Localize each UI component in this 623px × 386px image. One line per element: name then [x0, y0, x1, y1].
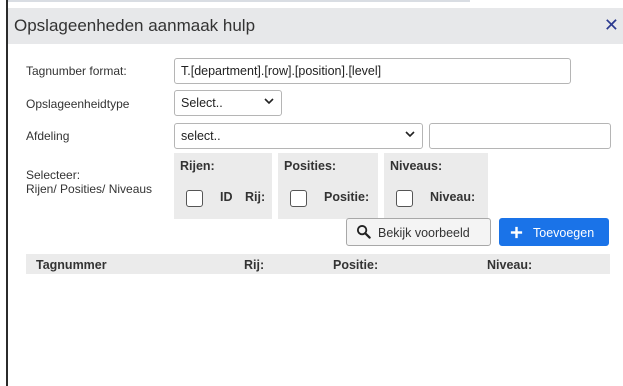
create-storage-units-dialog: Opslageenheden aanmaak hulp ✕ Tagnumber … [8, 8, 623, 386]
levels-group-title: Niveaus: [390, 159, 443, 173]
preview-button[interactable]: Bekijk voorbeeld [346, 218, 491, 246]
tagnumber-format-input[interactable]: T.[department].[row].[position].[level] [174, 58, 571, 84]
rows-row-label: Rij: [245, 190, 266, 204]
select-dimensions-label-line1: Selecteer: [26, 168, 81, 182]
positions-group-title: Posities: [284, 159, 337, 173]
department-label: Afdeling [26, 129, 70, 143]
column-header-row: Rij: [244, 258, 265, 272]
dialog-titlebar: Opslageenheden aanmaak hulp ✕ [8, 8, 623, 44]
select-dimensions-label-line2: Rijen/ Posities/ Niveaus [26, 182, 153, 196]
chevron-down-icon [404, 127, 416, 143]
column-header-position: Positie: [333, 258, 379, 272]
storage-unit-type-select[interactable]: Select.. [174, 90, 282, 116]
levels-check-label: Niveau: [430, 190, 476, 204]
tagnumber-format-label: Tagnumber format: [26, 64, 127, 78]
positions-check-label: Positie: [324, 190, 370, 204]
positions-group: Posities: Positie: [278, 153, 378, 219]
results-table-header: Tagnummer Rij: Positie: Niveau: [26, 254, 610, 274]
rows-id-label: ID [220, 190, 233, 204]
positions-checkbox[interactable] [290, 190, 307, 207]
dialog-title: Opslageenheden aanmaak hulp [14, 16, 256, 35]
rows-group: Rijen: ID Rij: [174, 153, 272, 219]
department-extra-input[interactable] [429, 123, 611, 149]
column-header-level: Niveau: [487, 258, 533, 272]
add-button-label: Toevoegen [533, 226, 595, 240]
levels-group: Niveaus: Niveau: [384, 153, 488, 219]
storage-unit-type-label: Opslageenheidtype [26, 97, 130, 111]
preview-button-label: Bekijk voorbeeld [378, 226, 470, 240]
department-select[interactable]: select.. [174, 123, 423, 149]
window-left-edge [0, 0, 8, 386]
add-button[interactable]: Toevoegen [499, 218, 609, 246]
tagnumber-format-value: T.[department].[row].[position].[level] [181, 64, 382, 78]
plus-icon [509, 225, 524, 243]
department-value: select.. [181, 129, 221, 143]
levels-checkbox[interactable] [396, 190, 413, 207]
rows-checkbox[interactable] [186, 190, 203, 207]
rows-group-title: Rijen: [180, 159, 215, 173]
chevron-down-icon [263, 94, 275, 110]
background-line [0, 0, 470, 2]
window-top-strip [0, 0, 623, 8]
storage-unit-type-value: Select.. [181, 96, 223, 110]
search-icon [356, 224, 371, 242]
column-header-tagnummer: Tagnummer [36, 258, 107, 272]
close-icon[interactable]: ✕ [604, 15, 619, 36]
